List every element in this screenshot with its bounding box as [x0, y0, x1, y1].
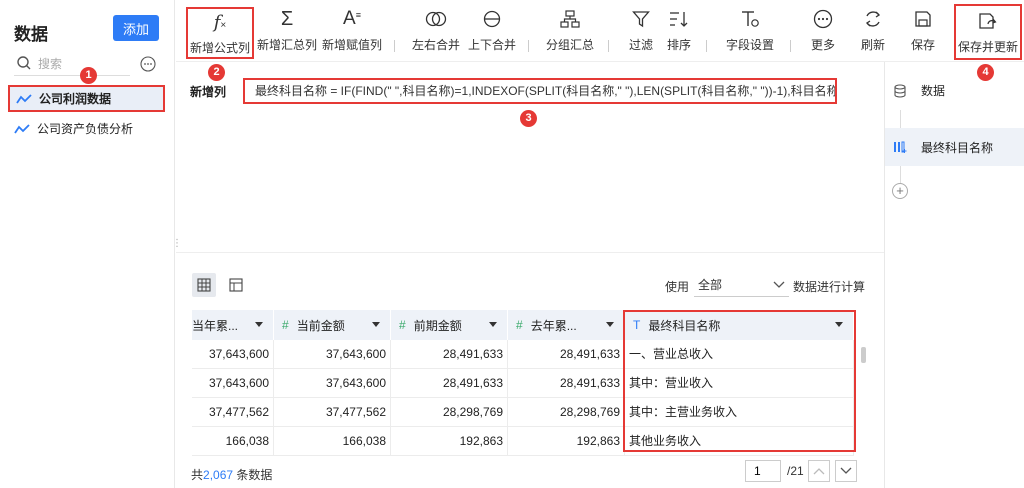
- dropdown-icon[interactable]: [489, 322, 497, 327]
- refresh-icon: [863, 6, 883, 32]
- dropdown-icon[interactable]: [255, 322, 263, 327]
- calc-scope-select[interactable]: 全部: [694, 273, 789, 297]
- save-icon: [914, 6, 932, 32]
- filter-button[interactable]: 过滤: [624, 6, 658, 60]
- grid-view-button[interactable]: [192, 273, 216, 297]
- step-data-label: 数据: [921, 84, 946, 98]
- chevron-down-icon: [773, 281, 785, 288]
- toolbar-separator: [706, 40, 707, 52]
- group-summary-button[interactable]: 分组汇总: [544, 6, 596, 60]
- save-update-icon: [978, 8, 998, 34]
- layout-view-button[interactable]: [224, 273, 248, 297]
- toolbar-separator: [394, 40, 395, 52]
- add-assign-column-button[interactable]: A ≡ 新增赋值列: [320, 6, 384, 60]
- chevron-down-icon: [840, 467, 852, 474]
- merge-left-right-button[interactable]: 左右合并: [410, 6, 462, 60]
- vertical-scrollbar[interactable]: [861, 347, 866, 363]
- next-page-button[interactable]: [835, 460, 857, 482]
- step-final-subject-name[interactable]: 最终科目名称: [885, 128, 1024, 166]
- sidebar-title: 数据: [14, 25, 48, 44]
- calc-label: 数据进行计算: [793, 280, 866, 294]
- more-options-icon[interactable]: [140, 56, 156, 72]
- dropdown-icon[interactable]: [835, 322, 843, 327]
- chevron-up-icon: [813, 468, 825, 475]
- grid-icon: [197, 278, 211, 292]
- group-icon: [560, 6, 580, 32]
- add-step-icon[interactable]: +: [892, 183, 908, 199]
- step-connector: [900, 166, 901, 184]
- step-data-header[interactable]: 数据: [893, 82, 945, 99]
- column-header[interactable]: # 去年累...: [508, 310, 625, 340]
- database-icon: [894, 83, 906, 98]
- text-type-icon: T: [633, 318, 641, 332]
- toolbar: f × 新增公式列 Σ 新增汇总列 A ≡ 新增赋值列 左右合并 上下合并 分组汇总…: [176, 0, 1024, 62]
- toolbar-separator: [528, 40, 529, 52]
- use-label: 使用: [665, 280, 690, 294]
- new-column-label: 新增列: [190, 85, 227, 99]
- row-count: 共2,067 条数据: [191, 468, 273, 482]
- sidebar-item-profit-data[interactable]: 公司利润数据: [8, 85, 165, 112]
- layout-icon: [229, 278, 243, 292]
- calc-scope-value: 全部: [698, 278, 723, 292]
- number-type-icon: #: [399, 318, 406, 332]
- sidebar-item-label: 公司利润数据: [39, 92, 112, 106]
- page-number-input[interactable]: [745, 460, 781, 482]
- table-row: 166,038 166,038 192,863 192,863 其他业务收入: [192, 427, 854, 456]
- add-button[interactable]: 添加: [113, 15, 159, 41]
- search-box: [14, 54, 130, 76]
- save-button[interactable]: 保存: [906, 6, 940, 60]
- table-row: 37,643,600 37,643,600 28,491,633 28,491,…: [192, 340, 854, 369]
- number-type-icon: #: [516, 318, 523, 332]
- add-formula-column-button[interactable]: f × 新增公式列: [186, 7, 254, 59]
- add-summary-column-button[interactable]: Σ 新增汇总列: [256, 6, 318, 60]
- more-icon: [813, 6, 833, 32]
- dropdown-icon[interactable]: [606, 322, 614, 327]
- more-button[interactable]: 更多: [806, 6, 840, 60]
- formula-icon: f ×: [213, 11, 227, 33]
- data-preview: 使用 全部 数据进行计算 当年累... # 当前金额 # 前期金额 # 去年累.…: [176, 252, 884, 488]
- assign-icon: A ≡: [343, 8, 361, 29]
- sort-button[interactable]: 排序: [662, 6, 696, 60]
- column-header[interactable]: 当年累...: [192, 310, 274, 340]
- page-total: /21: [787, 464, 804, 478]
- merge-tb-icon: [483, 6, 501, 32]
- step-badge-1: 1: [80, 67, 97, 84]
- add-column-icon: [894, 141, 907, 153]
- resize-handle[interactable]: ⋮: [172, 238, 182, 250]
- trend-line-icon: [16, 93, 32, 103]
- dropdown-icon[interactable]: [372, 322, 380, 327]
- field-settings-button[interactable]: 字段设置: [720, 6, 780, 60]
- prev-page-button[interactable]: [808, 460, 830, 482]
- number-type-icon: #: [282, 318, 289, 332]
- formula-editor[interactable]: 最终科目名称 = IF(FIND(" ",科目名称)=1,INDEXOF(SPL…: [243, 78, 837, 104]
- refresh-button[interactable]: 刷新: [856, 6, 890, 60]
- data-sidebar: 数据 添加 1 公司利润数据 公司资产负债分析: [0, 0, 175, 488]
- merge-lr-icon: [425, 6, 447, 32]
- filter-icon: [632, 6, 650, 32]
- sigma-icon: Σ: [280, 7, 294, 30]
- merge-top-bottom-button[interactable]: 上下合并: [466, 6, 518, 60]
- table-row: 37,477,562 37,477,562 28,298,769 28,298,…: [192, 398, 854, 427]
- column-header[interactable]: # 前期金额: [391, 310, 508, 340]
- trend-line-icon: [14, 123, 30, 133]
- sort-icon: [669, 6, 689, 32]
- step-badge-3: 3: [520, 110, 537, 127]
- toolbar-separator: [790, 40, 791, 52]
- step-badge-2: 2: [208, 64, 225, 81]
- column-header[interactable]: # 当前金额: [274, 310, 391, 340]
- column-header-final-subject[interactable]: T 最终科目名称: [625, 310, 854, 340]
- table-row: 37,643,600 37,643,600 28,491,633 28,491,…: [192, 369, 854, 398]
- toolbar-separator: [608, 40, 609, 52]
- sidebar-item-label: 公司资产负债分析: [37, 122, 134, 136]
- search-icon: [17, 56, 31, 70]
- step-item-label: 最终科目名称: [921, 140, 994, 155]
- save-and-update-button[interactable]: 保存并更新: [954, 4, 1022, 60]
- field-settings-icon: [740, 6, 760, 32]
- step-panel: 数据 最终科目名称 +: [884, 62, 1024, 488]
- step-connector: [900, 110, 901, 130]
- sidebar-item-balance-analysis[interactable]: 公司资产负债分析: [8, 115, 165, 142]
